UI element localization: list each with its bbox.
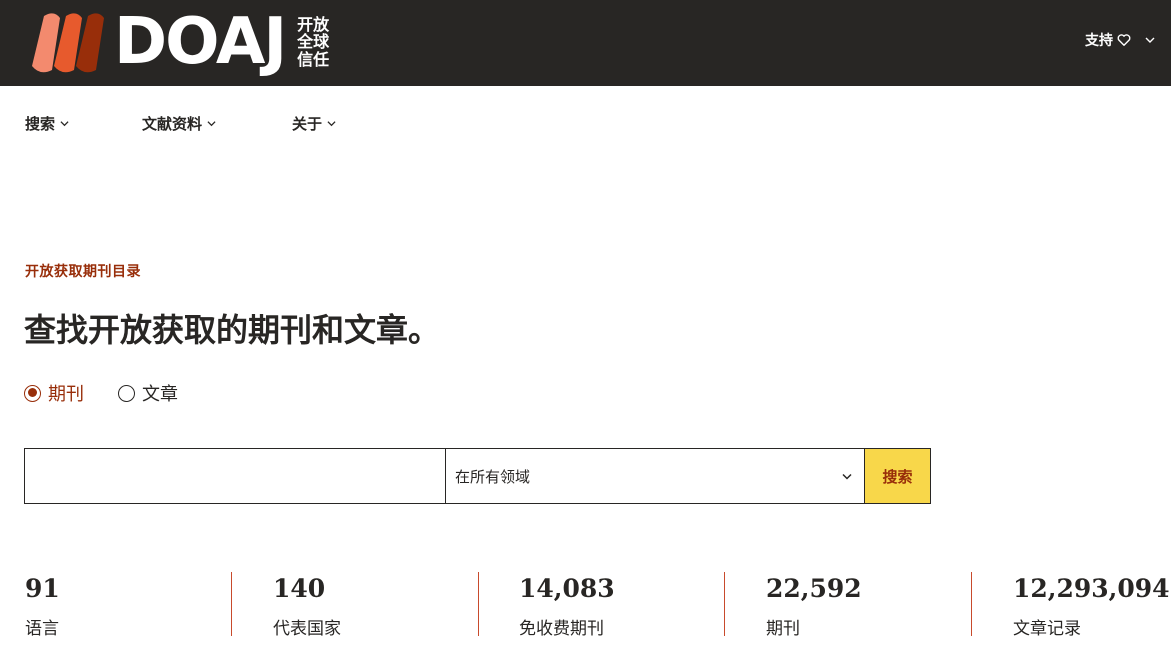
radio-label: 文章 — [142, 384, 178, 405]
select-value: 在所有领域 — [455, 468, 531, 486]
nav-item-about[interactable]: 关于 — [292, 113, 336, 134]
stat-divider — [231, 572, 232, 636]
search-input[interactable] — [24, 448, 445, 504]
nav-item-documentation[interactable]: 文献资料 — [142, 113, 216, 134]
top-bar: DOAJ 开放 全球 信任 支持 — [0, 0, 1171, 86]
search-field-select[interactable]: 在所有领域 — [445, 448, 865, 504]
heart-icon — [1117, 34, 1131, 46]
stat-label: 免收费期刊 — [519, 619, 604, 639]
nav-item-label: 关于 — [292, 115, 323, 133]
tagline-line: 信任 — [297, 49, 330, 69]
radio-articles[interactable]: 文章 — [118, 380, 178, 406]
page-title: 查找开放获取的期刊和文章。 — [24, 311, 441, 349]
tagline-line: 开放 — [297, 14, 330, 34]
main-nav: 搜索 文献资料 关于 — [0, 86, 1171, 158]
chevron-down-icon — [60, 121, 69, 127]
doaj-logo[interactable]: DOAJ 开放 全球 信任 — [30, 10, 329, 74]
chevron-down-icon — [842, 473, 852, 480]
chevron-down-icon — [327, 121, 336, 127]
stat-label: 代表国家 — [273, 619, 341, 639]
support-label: 支持 — [1085, 33, 1113, 49]
stat-value: 91 — [25, 574, 60, 603]
radio-label: 期刊 — [48, 384, 84, 405]
radio-unchecked-icon — [118, 384, 135, 402]
stat-value: 14,083 — [519, 574, 615, 603]
stat-label: 期刊 — [766, 619, 800, 639]
logo-wordmark: DOAJ — [114, 5, 287, 79]
stat-value: 140 — [273, 574, 326, 603]
nav-item-label: 搜索 — [25, 115, 56, 133]
radio-journals[interactable]: 期刊 — [24, 380, 84, 406]
stat-divider — [971, 572, 972, 636]
search-button[interactable]: 搜索 — [865, 448, 931, 504]
stat-value: 22,592 — [766, 574, 862, 603]
logo-tagline: 开放 全球 信任 — [297, 16, 329, 69]
search-form: 在所有领域 搜索 — [24, 448, 931, 504]
chevron-down-icon — [1145, 37, 1155, 43]
stat-label: 语言 — [25, 619, 59, 639]
stats-row: 91 语言 140 代表国家 14,083 免收费期刊 22,592 期刊 12… — [0, 572, 1171, 639]
radio-checked-icon — [24, 384, 41, 402]
chevron-down-icon — [207, 121, 216, 127]
stat-divider — [478, 572, 479, 636]
tagline-line: 全球 — [297, 32, 330, 52]
support-menu[interactable]: 支持 — [1085, 30, 1155, 50]
stat-divider — [724, 572, 725, 636]
hero-eyebrow: 开放获取期刊目录 — [25, 264, 141, 280]
stat-value: 12,293,094 — [1013, 574, 1170, 603]
doaj-logo-mark-icon — [32, 13, 104, 73]
nav-item-search[interactable]: 搜索 — [25, 113, 69, 134]
nav-item-label: 文献资料 — [142, 115, 203, 133]
search-type-radio-group: 期刊 文章 — [24, 380, 212, 406]
stat-label: 文章记录 — [1013, 619, 1081, 639]
